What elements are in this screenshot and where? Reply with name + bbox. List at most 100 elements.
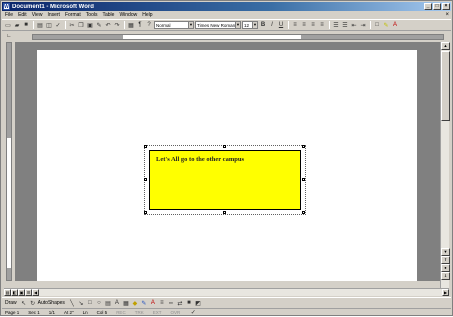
text-box-icon[interactable]: ▤ [104,299,112,307]
resize-handle-top[interactable] [223,145,226,148]
resize-handle-right[interactable] [302,178,305,181]
print-icon[interactable]: ▤ [36,21,44,29]
italic-button[interactable]: I [268,21,276,29]
resize-handle-left[interactable] [144,178,147,181]
close-button[interactable]: × [442,3,450,10]
resize-handle-bottom-left[interactable] [144,211,147,214]
font-combo[interactable]: Times New Roman ▼ [195,21,241,29]
arrow-style-icon[interactable]: ⇄ [176,299,184,307]
spelling-icon[interactable]: ✓ [54,21,62,29]
scroll-thumb[interactable] [441,51,450,121]
underline-button[interactable]: U [277,21,285,29]
bullets-icon[interactable]: ☰ [341,21,349,29]
highlight-icon[interactable]: ✎ [382,21,390,29]
scroll-down-icon[interactable]: ▼ [441,248,450,256]
chevron-down-icon[interactable]: ▼ [252,22,257,28]
rectangle-icon[interactable]: □ [86,299,94,307]
open-icon[interactable]: ▰ [13,21,21,29]
status-rec[interactable]: REC [116,310,126,315]
autoshapes-menu-button[interactable]: AutoShapes [38,300,65,306]
select-objects-icon[interactable]: ↖ [20,299,28,307]
document-close-icon[interactable]: × [445,12,449,18]
font-color-icon[interactable]: A [391,21,399,29]
menu-insert[interactable]: Insert [47,12,60,18]
chevron-down-icon[interactable]: ▼ [188,22,193,28]
align-right-icon[interactable]: ≡ [309,21,317,29]
maximize-button[interactable]: □ [433,3,441,10]
border-icon[interactable]: □ [373,21,381,29]
normal-view-icon[interactable]: ▤ [4,289,11,296]
tab-selector-icon[interactable]: ∟ [2,33,16,41]
document-page[interactable]: Let's All go to the other campus [37,50,417,281]
justify-icon[interactable]: ≡ [318,21,326,29]
chevron-down-icon[interactable]: ▼ [235,22,240,28]
text-box[interactable]: Let's All go to the other campus [149,150,301,210]
wordart-icon[interactable]: A [113,299,121,307]
undo-icon[interactable]: ↶ [104,21,112,29]
shadow-icon[interactable]: ■ [185,299,193,307]
format-painter-icon[interactable]: ✎ [95,21,103,29]
menu-format[interactable]: Format [65,12,81,18]
align-center-icon[interactable]: ≡ [300,21,308,29]
menu-window[interactable]: Window [119,12,137,18]
font-color-icon[interactable]: A [149,299,157,307]
outline-view-icon[interactable]: ☰ [25,289,32,296]
menu-edit[interactable]: Edit [18,12,27,18]
line-color-icon[interactable]: ✎ [140,299,148,307]
arrow-icon[interactable]: ↘ [77,299,85,307]
table-icon[interactable]: ▦ [127,21,135,29]
horizontal-scroll-track[interactable] [39,289,442,296]
show-hide-icon[interactable]: ¶ [136,21,144,29]
bold-button[interactable]: B [259,21,267,29]
print-preview-icon[interactable]: ◫ [45,21,53,29]
menu-table[interactable]: Table [102,12,114,18]
clip-art-icon[interactable]: ▦ [122,299,130,307]
resize-handle-top-left[interactable] [144,145,147,148]
fill-color-icon[interactable]: ◆ [131,299,139,307]
style-combo[interactable]: Normal ▼ [154,21,194,29]
help-icon[interactable]: ? [145,21,153,29]
menu-view[interactable]: View [32,12,43,18]
resize-handle-bottom[interactable] [223,211,226,214]
spelling-status-icon[interactable]: ✓ [189,309,197,317]
status-ovr[interactable]: OVR [170,310,180,315]
line-style-icon[interactable]: ≡ [158,299,166,307]
align-left-icon[interactable]: ≡ [291,21,299,29]
minimize-button[interactable]: _ [424,3,432,10]
vertical-scrollbar[interactable]: ▲ ▼ ⇑ ● ⇓ [440,42,450,288]
line-icon[interactable]: ╲ [68,299,76,307]
increase-indent-icon[interactable]: ⇥ [359,21,367,29]
new-document-icon[interactable]: ▭ [4,21,12,29]
free-rotate-icon[interactable]: ↻ [29,299,37,307]
status-trk[interactable]: TRK [135,310,144,315]
textbox-text[interactable]: Let's All go to the other campus [156,156,244,163]
oval-icon[interactable]: ○ [95,299,103,307]
document-canvas[interactable]: Let's All go to the other campus [15,42,440,281]
vertical-ruler[interactable] [4,42,14,288]
3d-icon[interactable]: ◩ [194,299,202,307]
horizontal-ruler[interactable] [32,34,444,40]
next-page-icon[interactable]: ⇓ [441,272,450,280]
word-app-icon[interactable]: W [3,3,10,10]
draw-menu-button[interactable]: Draw [5,300,17,306]
cut-icon[interactable]: ✂ [68,21,76,29]
menu-file[interactable]: File [5,12,13,18]
print-layout-icon[interactable]: ▣ [18,289,25,296]
web-layout-icon[interactable]: ◧ [11,289,18,296]
paste-icon[interactable]: ▣ [86,21,94,29]
scroll-right-icon[interactable]: ▶ [442,289,449,296]
resize-handle-top-right[interactable] [302,145,305,148]
dash-style-icon[interactable]: ┅ [167,299,175,307]
decrease-indent-icon[interactable]: ⇤ [350,21,358,29]
menu-tools[interactable]: Tools [86,12,98,18]
select-browse-object-icon[interactable]: ● [441,264,450,272]
status-ext[interactable]: EXT [153,310,162,315]
horizontal-scrollbar[interactable]: ▤ ◧ ▣ ☰ ◀ ▶ [4,288,449,296]
save-icon[interactable]: ■ [22,21,30,29]
menu-help[interactable]: Help [142,12,152,18]
font-size-combo[interactable]: 12 ▼ [242,21,258,29]
numbering-icon[interactable]: ☰ [332,21,340,29]
scroll-left-icon[interactable]: ◀ [32,289,39,296]
copy-icon[interactable]: ❐ [77,21,85,29]
previous-page-icon[interactable]: ⇑ [441,256,450,264]
